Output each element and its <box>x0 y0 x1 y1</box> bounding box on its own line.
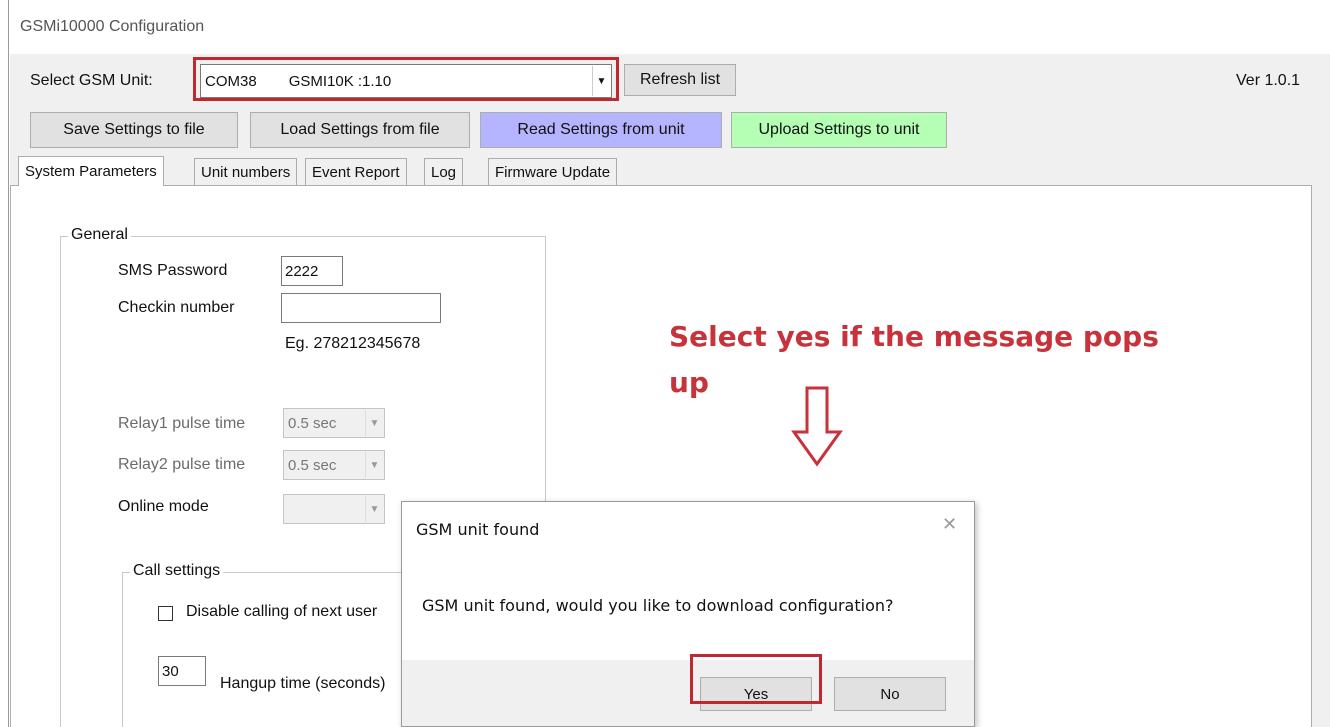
dialog-message: GSM unit found, would you like to downlo… <box>422 596 894 615</box>
tab-strip: System Parameters Unit numbers Event Rep… <box>10 156 1330 186</box>
chevron-down-icon[interactable]: ▼ <box>365 452 383 478</box>
relay2-pulse-label: Relay2 pulse time <box>118 456 246 473</box>
checkin-number-field[interactable] <box>281 293 441 323</box>
refresh-list-button[interactable]: Refresh list <box>624 64 736 96</box>
chevron-down-icon[interactable]: ▼ <box>365 410 383 436</box>
checkin-number-label: Checkin number <box>118 299 235 316</box>
tab-event-report[interactable]: Event Report <box>305 158 407 186</box>
read-settings-button[interactable]: Read Settings from unit <box>480 112 722 148</box>
upload-settings-button[interactable]: Upload Settings to unit <box>731 112 947 148</box>
close-icon[interactable]: ✕ <box>942 514 957 535</box>
relay1-pulse-value: 0.5 sec <box>288 414 337 432</box>
disable-calling-checkbox[interactable] <box>158 606 173 621</box>
tab-unit-numbers[interactable]: Unit numbers <box>194 158 298 186</box>
save-settings-button[interactable]: Save Settings to file <box>30 112 238 148</box>
dialog-title: GSM unit found <box>416 520 540 539</box>
tab-system-parameters[interactable]: System Parameters <box>18 156 164 186</box>
window-left-edge <box>8 0 9 727</box>
annotation-text-line2: up <box>669 366 709 399</box>
hangup-time-field[interactable]: 30 <box>158 656 206 686</box>
select-unit-label: Select GSM Unit: <box>30 72 153 89</box>
no-button[interactable]: No <box>834 677 946 711</box>
window-title: GSMi10000 Configuration <box>20 18 205 35</box>
down-arrow-icon <box>790 384 844 473</box>
general-group-title: General <box>68 226 131 244</box>
version-label: Ver 1.0.1 <box>1236 72 1301 89</box>
gsm-unit-found-dialog: GSM unit found ✕ GSM unit found, would y… <box>401 501 975 727</box>
annotation-text-line1: Select yes if the message pops <box>669 320 1159 353</box>
tab-firmware-update[interactable]: Firmware Update <box>488 158 618 186</box>
sms-password-field[interactable]: 2222 <box>281 256 343 286</box>
relay2-pulse-select[interactable]: 0.5 sec ▼ <box>283 450 385 480</box>
dialog-footer: Yes No <box>402 660 974 726</box>
online-mode-select[interactable]: ▼ <box>283 494 385 524</box>
relay1-pulse-select[interactable]: 0.5 sec ▼ <box>283 408 385 438</box>
hangup-time-label: Hangup time (seconds) <box>220 675 386 692</box>
tab-log[interactable]: Log <box>424 158 464 186</box>
online-mode-label: Online mode <box>118 498 209 515</box>
disable-calling-label: Disable calling of next user <box>186 603 378 620</box>
call-settings-title: Call settings <box>130 562 224 580</box>
relay2-pulse-value: 0.5 sec <box>288 456 337 474</box>
highlight-unit-select <box>193 57 619 101</box>
checkin-number-hint: Eg. 278212345678 <box>285 335 421 352</box>
load-settings-button[interactable]: Load Settings from file <box>250 112 470 148</box>
relay1-pulse-label: Relay1 pulse time <box>118 415 246 432</box>
sms-password-label: SMS Password <box>118 262 228 279</box>
chevron-down-icon[interactable]: ▼ <box>365 496 383 522</box>
highlight-yes-button <box>690 654 822 704</box>
